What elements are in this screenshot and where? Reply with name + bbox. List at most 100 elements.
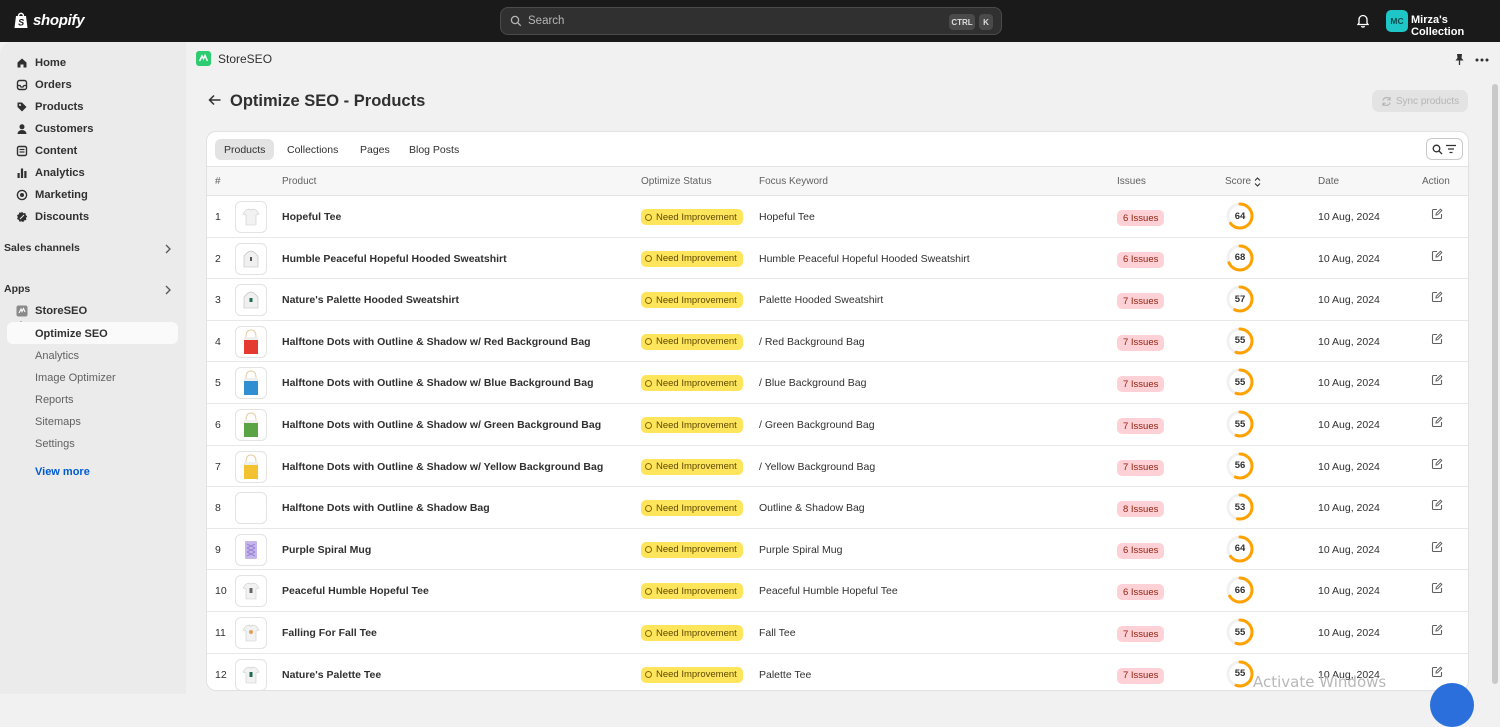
chevron-right-icon[interactable] xyxy=(164,244,172,254)
edit-icon[interactable] xyxy=(1431,624,1443,636)
date-value: 10 Aug, 2024 xyxy=(1318,252,1380,265)
product-thumbnail[interactable] xyxy=(235,533,267,566)
product-thumbnail[interactable] xyxy=(235,325,267,358)
status-dot-icon xyxy=(645,671,652,679)
product-name[interactable]: Halftone Dots with Outline & Shadow w/ Y… xyxy=(282,461,603,473)
product-thumbnail[interactable] xyxy=(235,617,267,649)
sidebar-item-label: Customers xyxy=(35,123,94,135)
product-name[interactable]: Peaceful Humble Hopeful Tee xyxy=(282,585,429,597)
col-score[interactable]: Score xyxy=(1225,176,1251,187)
sync-products-button[interactable]: Sync products xyxy=(1372,90,1468,112)
issues-badge: 6 Issues xyxy=(1117,210,1165,226)
store-avatar[interactable]: MC xyxy=(1386,10,1408,32)
product-thumbnail[interactable] xyxy=(235,658,267,690)
sidebar-subitem-analytics[interactable]: Analytics xyxy=(35,350,79,362)
product-thumbnail[interactable] xyxy=(235,201,267,233)
product-name[interactable]: Halftone Dots with Outline & Shadow w/ G… xyxy=(282,419,601,431)
table-row[interactable]: 8 Halftone Dots with Outline & Shadow Bag… xyxy=(207,487,1468,529)
product-name[interactable]: Halftone Dots with Outline & Shadow w/ B… xyxy=(282,377,594,389)
edit-icon[interactable] xyxy=(1431,541,1443,553)
filter-icon xyxy=(1446,144,1456,154)
sidebar-item-marketing[interactable]: Marketing xyxy=(8,184,178,206)
chevron-right-icon[interactable] xyxy=(164,285,172,295)
edit-icon[interactable] xyxy=(1431,582,1443,594)
sidebar-item-analytics[interactable]: Analytics xyxy=(8,162,178,184)
product-thumbnail[interactable] xyxy=(235,367,267,400)
sidebar-subitem-reports[interactable]: Reports xyxy=(35,394,74,406)
sidebar-subitem-sitemaps[interactable]: Sitemaps xyxy=(35,416,81,428)
product-name[interactable]: Halftone Dots with Outline & Shadow Bag xyxy=(282,502,490,514)
edit-icon[interactable] xyxy=(1431,374,1443,386)
product-thumbnail[interactable] xyxy=(235,492,267,525)
sidebar-item-home[interactable]: Home xyxy=(8,52,178,74)
product-name[interactable]: Humble Peaceful Hopeful Hooded Sweatshir… xyxy=(282,253,507,265)
product-name[interactable]: Falling For Fall Tee xyxy=(282,627,377,639)
sidebar-item-label: Marketing xyxy=(35,189,88,201)
edit-icon[interactable] xyxy=(1431,499,1443,511)
tab-collections[interactable]: Collections xyxy=(278,139,347,160)
product-name[interactable]: Purple Spiral Mug xyxy=(282,544,371,556)
product-thumbnail[interactable] xyxy=(235,450,267,483)
optimize-status-badge: Need Improvement xyxy=(641,375,743,392)
edit-icon[interactable] xyxy=(1431,250,1443,262)
focus-keyword: Fall Tee xyxy=(759,627,796,639)
search-filter-button[interactable] xyxy=(1426,138,1463,160)
sidebar-item-orders[interactable]: Orders xyxy=(8,74,178,96)
row-number: 6 xyxy=(215,419,221,431)
sidebar-item-discounts[interactable]: Discounts xyxy=(8,206,178,228)
edit-icon[interactable] xyxy=(1431,416,1443,428)
table-row[interactable]: 7 Halftone Dots with Outline & Shadow w/ … xyxy=(207,446,1468,488)
search-bar[interactable]: Search CTRL K xyxy=(500,7,1002,35)
view-more-link[interactable]: View more xyxy=(35,466,90,478)
table-row[interactable]: 11 Falling For Fall Tee Need Improvement Fa… xyxy=(207,612,1468,654)
optimize-status-badge: Need Improvement xyxy=(641,458,743,475)
sidebar-item-products[interactable]: Products xyxy=(8,96,178,118)
tab-pages[interactable]: Pages xyxy=(351,139,399,160)
issues-badge: 7 Issues xyxy=(1117,459,1165,476)
edit-icon[interactable] xyxy=(1431,333,1443,345)
tab-products[interactable]: Products xyxy=(215,139,275,160)
more-icon[interactable] xyxy=(1475,58,1489,62)
product-thumbnail[interactable] xyxy=(235,409,267,441)
table-row[interactable]: 1 Hopeful Tee Need Improvement Hopeful Tee 6… xyxy=(207,196,1468,238)
sidebar-subitem-settings[interactable]: Settings xyxy=(35,438,75,450)
score-value: 64 xyxy=(1234,543,1246,555)
sidebar-subitem-optimize-seo[interactable]: Optimize SEO xyxy=(35,328,108,340)
product-name[interactable]: Halftone Dots with Outline & Shadow w/ R… xyxy=(282,336,591,348)
product-thumbnail[interactable] xyxy=(235,242,267,275)
table-row[interactable]: 2 Humble Peaceful Hopeful Hooded Sweatshi… xyxy=(207,238,1468,280)
product-thumbnail[interactable] xyxy=(235,575,267,608)
table-row[interactable]: 3 Nature's Palette Hooded Sweatshirt Need … xyxy=(207,279,1468,321)
sort-icon[interactable] xyxy=(1254,177,1261,187)
issues-badge: 7 Issues xyxy=(1117,418,1165,434)
sidebar-item-storeseo[interactable]: StoreSEO xyxy=(8,300,178,322)
table-row[interactable]: 10 Peaceful Humble Hopeful Tee Need Improv… xyxy=(207,570,1468,612)
bell-icon[interactable] xyxy=(1356,13,1370,28)
scrollbar[interactable] xyxy=(1492,84,1498,684)
product-name[interactable]: Nature's Palette Hooded Sweatshirt xyxy=(282,294,459,306)
chat-bubble-button[interactable] xyxy=(1430,683,1474,727)
shopify-logo[interactable]: S shopify xyxy=(13,11,85,29)
product-name[interactable]: Hopeful Tee xyxy=(282,211,341,223)
sidebar-item-customers[interactable]: Customers xyxy=(8,118,178,140)
sidebar-item-content[interactable]: Content xyxy=(8,140,178,162)
product-thumbnail[interactable] xyxy=(235,284,267,317)
table-row[interactable]: 4 Halftone Dots with Outline & Shadow w/ … xyxy=(207,321,1468,363)
edit-icon[interactable] xyxy=(1431,666,1443,678)
back-arrow-icon[interactable] xyxy=(208,94,222,106)
pin-icon[interactable] xyxy=(1454,53,1465,66)
table-row[interactable]: 9 Purple Spiral Mug Need Improvement Purple… xyxy=(207,529,1468,571)
apps-heading[interactable]: Apps xyxy=(4,283,30,295)
edit-icon[interactable] xyxy=(1431,458,1443,470)
status-label: Need Improvement xyxy=(656,544,737,556)
sales-channels-heading[interactable]: Sales channels xyxy=(4,242,80,254)
row-number: 7 xyxy=(215,460,221,473)
sidebar-subitem-image-optimizer[interactable]: Image Optimizer xyxy=(35,372,116,384)
edit-icon[interactable] xyxy=(1431,291,1443,303)
table-row[interactable]: 5 Halftone Dots with Outline & Shadow w/ … xyxy=(207,362,1468,404)
tab-blog-posts[interactable]: Blog Posts xyxy=(400,139,468,160)
store-name[interactable]: Mirza's Collection xyxy=(1411,14,1500,38)
table-row[interactable]: 6 Halftone Dots with Outline & Shadow w/ … xyxy=(207,404,1468,446)
product-name[interactable]: Nature's Palette Tee xyxy=(282,669,381,681)
edit-icon[interactable] xyxy=(1431,208,1443,220)
